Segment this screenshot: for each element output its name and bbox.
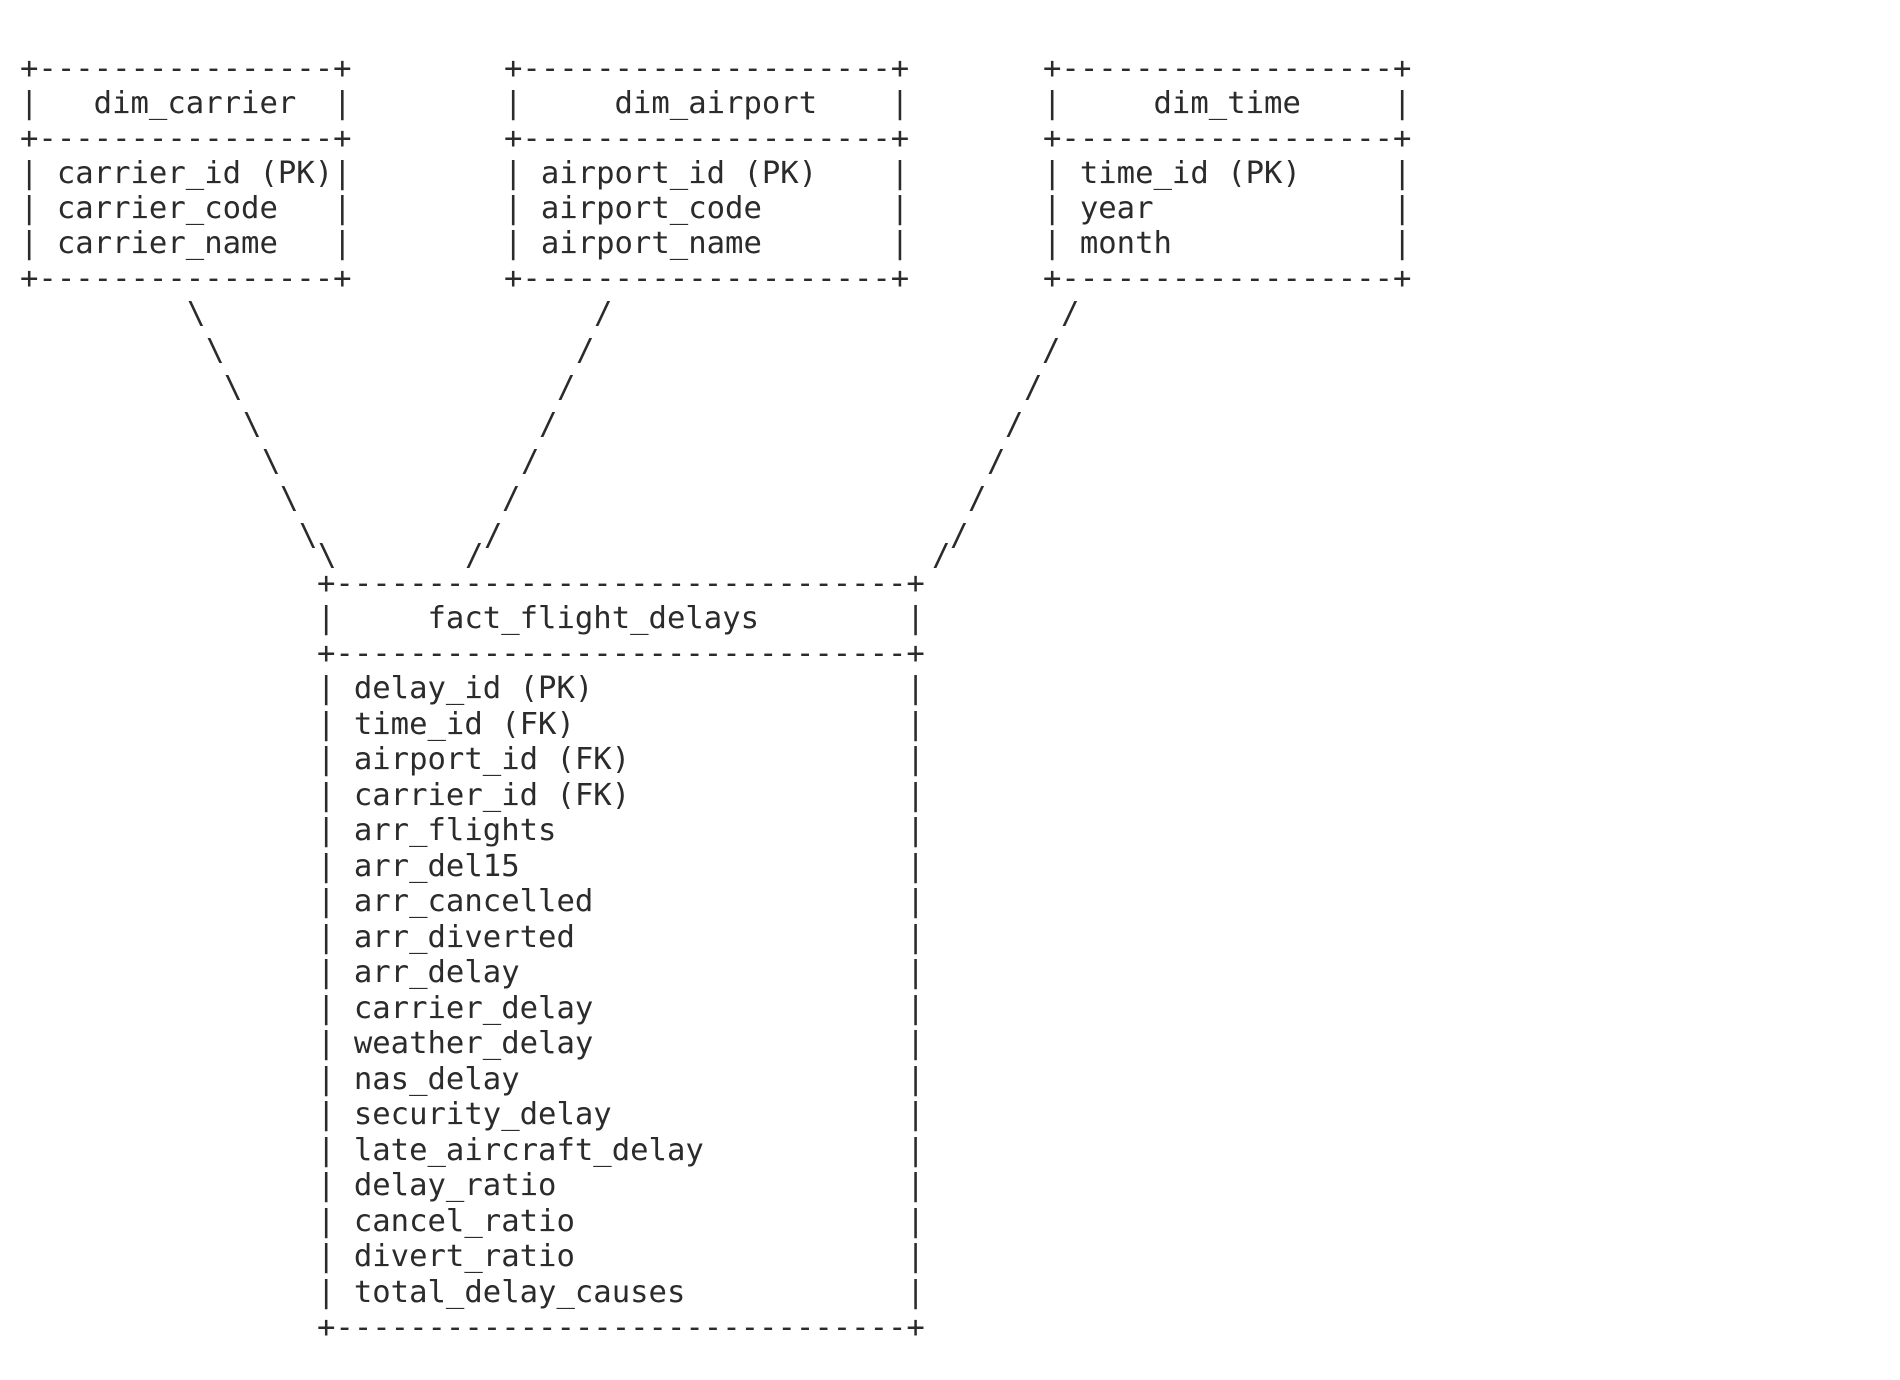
dim-airport-border-top: +--------------------+ [504, 51, 910, 86]
dim-carrier-field: | carrier_id (PK)| [20, 156, 352, 191]
dim-carrier-border-mid: +----------------+ [20, 121, 352, 156]
dim-carrier-border-bottom: +----------------+ [20, 261, 352, 296]
dim-airport-title: | dim_airport | [504, 86, 910, 121]
connector-slash: / [502, 481, 521, 516]
fact-field: | security_delay | [317, 1097, 925, 1132]
dim-airport-border-bottom: +--------------------+ [504, 261, 910, 296]
connector-slash: / [521, 444, 540, 479]
connector-slash: / [539, 407, 558, 442]
connector-slash: / [594, 296, 613, 331]
fact-field: | late_aircraft_delay | [317, 1133, 925, 1168]
connector-backslash: \ [243, 407, 262, 442]
connector-slash: / [1005, 407, 1024, 442]
dim-carrier-border-top: +----------------+ [20, 51, 352, 86]
connector-slash: / [987, 444, 1006, 479]
connector-backslash: \ [262, 444, 281, 479]
dim-airport-field: | airport_id (PK) | [504, 156, 910, 191]
fact-title: | fact_flight_delays | [317, 601, 925, 636]
fact-field: | arr_cancelled | [317, 884, 925, 919]
connector-slash: / [484, 518, 503, 553]
connector-slash: / [1024, 370, 1043, 405]
connector-slash: / [576, 333, 595, 368]
connector-backslash: \ [187, 296, 206, 331]
fact-border-top: +-------------------------------+ [317, 566, 925, 601]
dim-carrier-field: | carrier_code | [20, 191, 352, 226]
dim-time-field: | month | [1043, 226, 1412, 261]
dim-airport-field: | airport_name | [504, 226, 910, 261]
fact-field: | delay_ratio | [317, 1168, 925, 1203]
fact-field: | arr_del15 | [317, 849, 925, 884]
connector-backslash: \ [206, 333, 225, 368]
fact-field: | total_delay_causes | [317, 1275, 925, 1310]
fact-field: | carrier_delay | [317, 991, 925, 1026]
dim-airport-field: | airport_code | [504, 191, 910, 226]
fact-field: | time_id (FK) | [317, 707, 925, 742]
dim-carrier-title: | dim_carrier | [20, 86, 352, 121]
dim-time-border-bottom: +------------------+ [1043, 261, 1412, 296]
fact-field: | nas_delay | [317, 1062, 925, 1097]
connector-backslash: \ [299, 518, 318, 553]
dim-time-field: | year | [1043, 191, 1412, 226]
fact-field: | arr_delay | [317, 955, 925, 990]
fact-field: | cancel_ratio | [317, 1204, 925, 1239]
fact-border-mid: +-------------------------------+ [317, 636, 925, 671]
fact-field: | divert_ratio | [317, 1239, 925, 1274]
star-schema-diagram: +----------------+ | dim_carrier | +----… [0, 0, 1900, 1380]
connector-slash: / [968, 481, 987, 516]
dim-airport-border-mid: +--------------------+ [504, 121, 910, 156]
fact-field: | airport_id (FK) | [317, 742, 925, 777]
fact-field: | arr_flights | [317, 813, 925, 848]
fact-field: | delay_id (PK) | [317, 671, 925, 706]
connector-backslash: \ [280, 481, 299, 516]
dim-time-title: | dim_time | [1043, 86, 1412, 121]
dim-time-field: | time_id (PK) | [1043, 156, 1412, 191]
connector-backslash: \ [224, 370, 243, 405]
fact-border-bottom: +-------------------------------+ [317, 1310, 925, 1345]
dim-carrier-field: | carrier_name | [20, 226, 352, 261]
connector-slash: / [932, 538, 951, 573]
fact-field: | arr_diverted | [317, 920, 925, 955]
dim-time-border-mid: +------------------+ [1043, 121, 1412, 156]
fact-field: | weather_delay | [317, 1026, 925, 1061]
connector-slash: / [1042, 333, 1061, 368]
connector-slash: / [1061, 296, 1080, 331]
dim-time-border-top: +------------------+ [1043, 51, 1412, 86]
fact-field: | carrier_id (FK) | [317, 778, 925, 813]
connector-slash: / [950, 518, 969, 553]
connector-slash: / [557, 370, 576, 405]
